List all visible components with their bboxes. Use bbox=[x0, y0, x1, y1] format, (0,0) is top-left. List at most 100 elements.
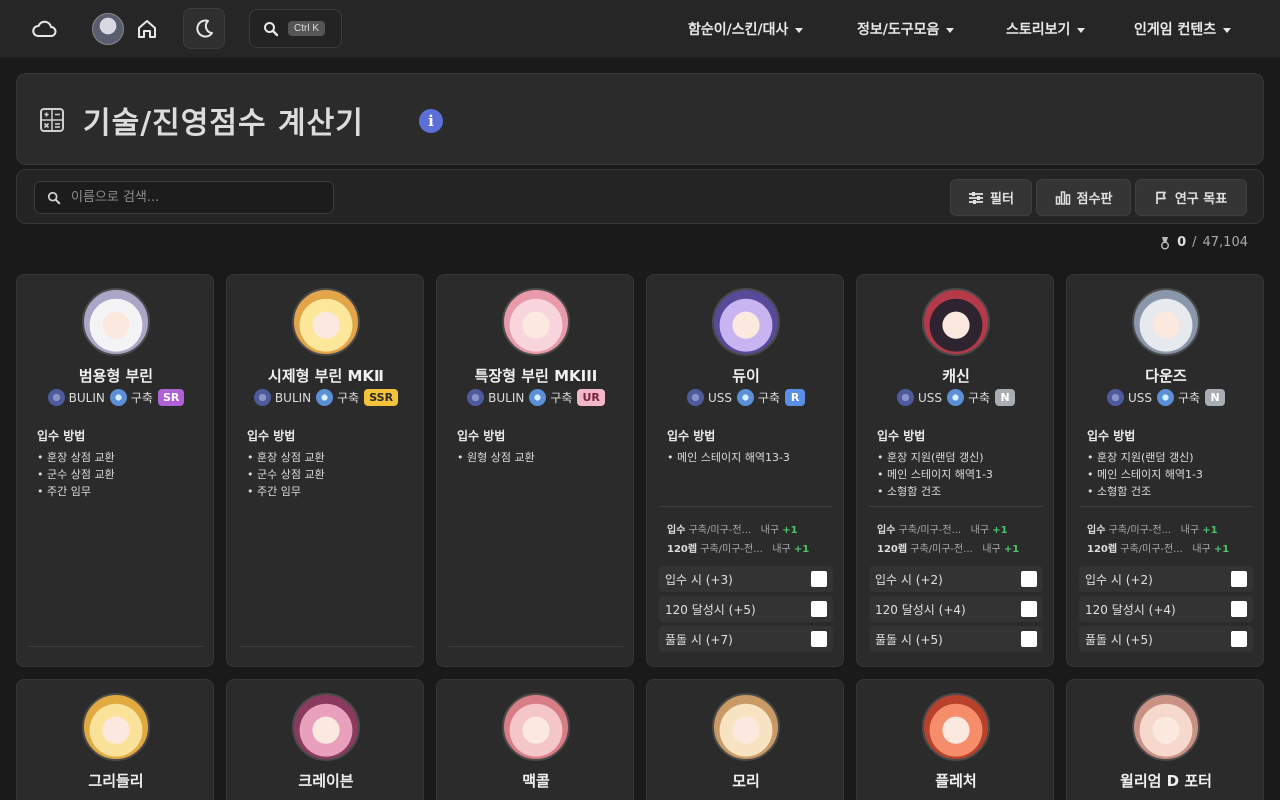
score-current: 0 bbox=[1177, 235, 1187, 250]
search-input[interactable] bbox=[71, 190, 311, 205]
stat-value: +1 bbox=[992, 525, 1008, 536]
score-checkbox[interactable] bbox=[1021, 571, 1037, 587]
ship-card[interactable]: 특장형 부린 MKIII BULIN 구축 UR 입수 방법원형 상점 교환 bbox=[436, 274, 634, 667]
ship-card[interactable]: 맥콜 bbox=[436, 679, 634, 800]
home-icon[interactable] bbox=[135, 17, 159, 41]
divider bbox=[239, 646, 413, 647]
acquisition-item: 군수 상점 교환 bbox=[247, 466, 325, 483]
stat-bonus-row: 120렙 구축/미구-전... 내구 +1 bbox=[877, 540, 1019, 555]
score-checkbox[interactable] bbox=[1231, 631, 1247, 647]
menu-ships[interactable]: 함순이/스킨/대사 bbox=[688, 0, 804, 58]
menu-ingame-content[interactable]: 인게임 컨텐츠 bbox=[1134, 0, 1232, 58]
stat-bonus-row: 입수 구축/미구-전... 내구 +1 bbox=[1087, 521, 1218, 536]
score-checkbox-row[interactable]: 입수 시 (+3) bbox=[659, 566, 833, 592]
score-checkbox-row[interactable]: 120 달성시 (+5) bbox=[659, 596, 833, 622]
stat-ship-type: 구축/미구-전... bbox=[910, 544, 973, 555]
ship-card[interactable]: 윌리엄 D 포터 bbox=[1066, 679, 1264, 800]
acquisition-item: 훈장 지원(랜덤 갱신) bbox=[1087, 449, 1203, 466]
score-checkbox-row[interactable]: 120 달성시 (+4) bbox=[869, 596, 1043, 622]
divider bbox=[659, 506, 833, 507]
ship-card[interactable]: 듀이USS 구축 R 입수 방법메인 스테이지 해역13-3 입수 구축/미구-전...… bbox=[646, 274, 844, 667]
acquisition-list: 훈장 지원(랜덤 갱신)메인 스테이지 해역1-3소형함 건조 bbox=[877, 449, 993, 500]
ship-type-label: 구축 bbox=[1177, 391, 1201, 405]
ship-type-icon bbox=[529, 389, 547, 406]
checkbox-label: 풀돌 시 (+5) bbox=[1085, 632, 1153, 647]
ship-name: 범용형 부린 bbox=[78, 367, 154, 385]
score-checkbox[interactable] bbox=[811, 601, 827, 617]
stat-value: +1 bbox=[782, 525, 798, 536]
score-checkbox-row[interactable]: 풀돌 시 (+5) bbox=[869, 626, 1043, 652]
acquisition-title: 입수 방법 bbox=[667, 429, 716, 443]
score-checkbox-row[interactable]: 120 달성시 (+4) bbox=[1079, 596, 1253, 622]
ship-type-icon bbox=[946, 389, 964, 406]
avatar[interactable] bbox=[92, 13, 124, 45]
ship-portrait bbox=[82, 288, 150, 356]
ship-name: 시제형 부린 MKⅡ bbox=[268, 367, 384, 385]
faction-icon bbox=[1106, 389, 1124, 406]
score-checkbox[interactable] bbox=[1231, 601, 1247, 617]
acquisition-item: 훈장 상점 교환 bbox=[37, 449, 115, 466]
stat-value: +1 bbox=[1213, 544, 1230, 555]
stat-name: 내구 bbox=[982, 544, 1001, 555]
info-icon[interactable]: i bbox=[419, 109, 443, 133]
score-separator: / bbox=[1192, 235, 1197, 250]
stat-name: 내구 bbox=[970, 525, 990, 536]
score-checkbox-row[interactable]: 풀돌 시 (+7) bbox=[659, 626, 833, 652]
score-checkbox[interactable] bbox=[811, 631, 827, 647]
ship-card[interactable]: 모리 bbox=[646, 679, 844, 800]
score-checkbox-row[interactable]: 입수 시 (+2) bbox=[869, 566, 1043, 592]
ship-card[interactable]: 캐신USS 구축 N 입수 방법훈장 지원(랜덤 갱신)메인 스테이지 해역1-3소형… bbox=[856, 274, 1054, 667]
faction-label: USS bbox=[1127, 390, 1152, 405]
medal-icon bbox=[1161, 236, 1170, 249]
rarity-badge: SSR bbox=[364, 389, 399, 406]
menu-label: 스토리보기 bbox=[1006, 22, 1071, 38]
menu-label: 함순이/스킨/대사 bbox=[688, 22, 789, 38]
acquisition-list: 원형 상점 교환 bbox=[457, 449, 535, 466]
filter-button[interactable]: 필터 bbox=[950, 179, 1032, 216]
divider bbox=[1079, 506, 1253, 507]
theme-toggle-button[interactable] bbox=[183, 8, 225, 49]
score-checkbox[interactable] bbox=[1021, 601, 1037, 617]
acquisition-list: 훈장 상점 교환군수 상점 교환주간 임무 bbox=[247, 449, 325, 500]
ship-tags: USS 구축 N bbox=[857, 389, 1053, 406]
ship-portrait bbox=[922, 288, 990, 356]
stat-condition: 120렙 bbox=[877, 544, 908, 555]
ship-card[interactable]: 범용형 부린 BULIN 구축 SR 입수 방법훈장 상점 교환군수 상점 교환주간 임… bbox=[16, 274, 214, 667]
score-checkbox-row[interactable]: 입수 시 (+2) bbox=[1079, 566, 1253, 592]
ship-card[interactable]: 시제형 부린 MKⅡ BULIN 구축 SSR 입수 방법훈장 상점 교환군수 상점 교… bbox=[226, 274, 424, 667]
checkbox-label: 입수 시 (+2) bbox=[1085, 572, 1153, 587]
score-checkbox-row[interactable]: 풀돌 시 (+5) bbox=[1079, 626, 1253, 652]
ship-card[interactable]: 플레처 bbox=[856, 679, 1054, 800]
ship-tags: BULIN 구축 UR bbox=[437, 389, 633, 406]
research-goal-button[interactable]: 연구 목표 bbox=[1135, 179, 1247, 216]
calculator-icon bbox=[40, 108, 64, 132]
acquisition-item: 소형함 건조 bbox=[1087, 483, 1203, 500]
faction-label: BULIN bbox=[274, 390, 312, 405]
ship-type-label: 구축 bbox=[130, 391, 153, 405]
score-checkbox[interactable] bbox=[1021, 631, 1037, 647]
menu-story[interactable]: 스토리보기 bbox=[1006, 0, 1086, 58]
search-icon bbox=[264, 21, 279, 36]
checkbox-label: 입수 시 (+2) bbox=[875, 572, 943, 587]
ship-tags: USS 구축 N bbox=[1067, 389, 1263, 406]
ship-name: 듀이 bbox=[732, 367, 760, 385]
acquisition-item: 군수 상점 교환 bbox=[37, 466, 115, 483]
search-icon bbox=[47, 191, 61, 204]
menu-info-tools[interactable]: 정보/도구모음 bbox=[857, 0, 955, 58]
ship-card[interactable]: 다운즈 USS 구축 N 입수 방법훈장 지원(랜덤 갱신)메인 스테이지 해역1-3소… bbox=[1066, 274, 1264, 667]
ship-card[interactable]: 그리들리 bbox=[16, 679, 214, 800]
stat-bonus-row: 입수 구축/미구-전... 내구 +1 bbox=[667, 521, 798, 536]
ship-card[interactable]: 크레이븐 bbox=[226, 679, 424, 800]
score-checkbox[interactable] bbox=[811, 571, 827, 587]
acquisition-title: 입수 방법 bbox=[1087, 429, 1136, 443]
stat-bonus-row: 입수 구축/미구-전... 내구 +1 bbox=[877, 521, 1008, 536]
score-checkbox[interactable] bbox=[1231, 571, 1247, 587]
stat-condition: 120렙 bbox=[667, 544, 698, 555]
acquisition-item: 훈장 지원(랜덤 갱신) bbox=[877, 449, 993, 466]
scoreboard-button[interactable]: 점수판 bbox=[1036, 179, 1131, 216]
global-search-button[interactable]: Ctrl K bbox=[249, 9, 342, 48]
search-box bbox=[34, 181, 334, 214]
cloud-icon[interactable] bbox=[30, 17, 58, 41]
checkbox-label: 풀돌 시 (+5) bbox=[875, 632, 943, 647]
rarity-badge: R bbox=[785, 389, 806, 406]
